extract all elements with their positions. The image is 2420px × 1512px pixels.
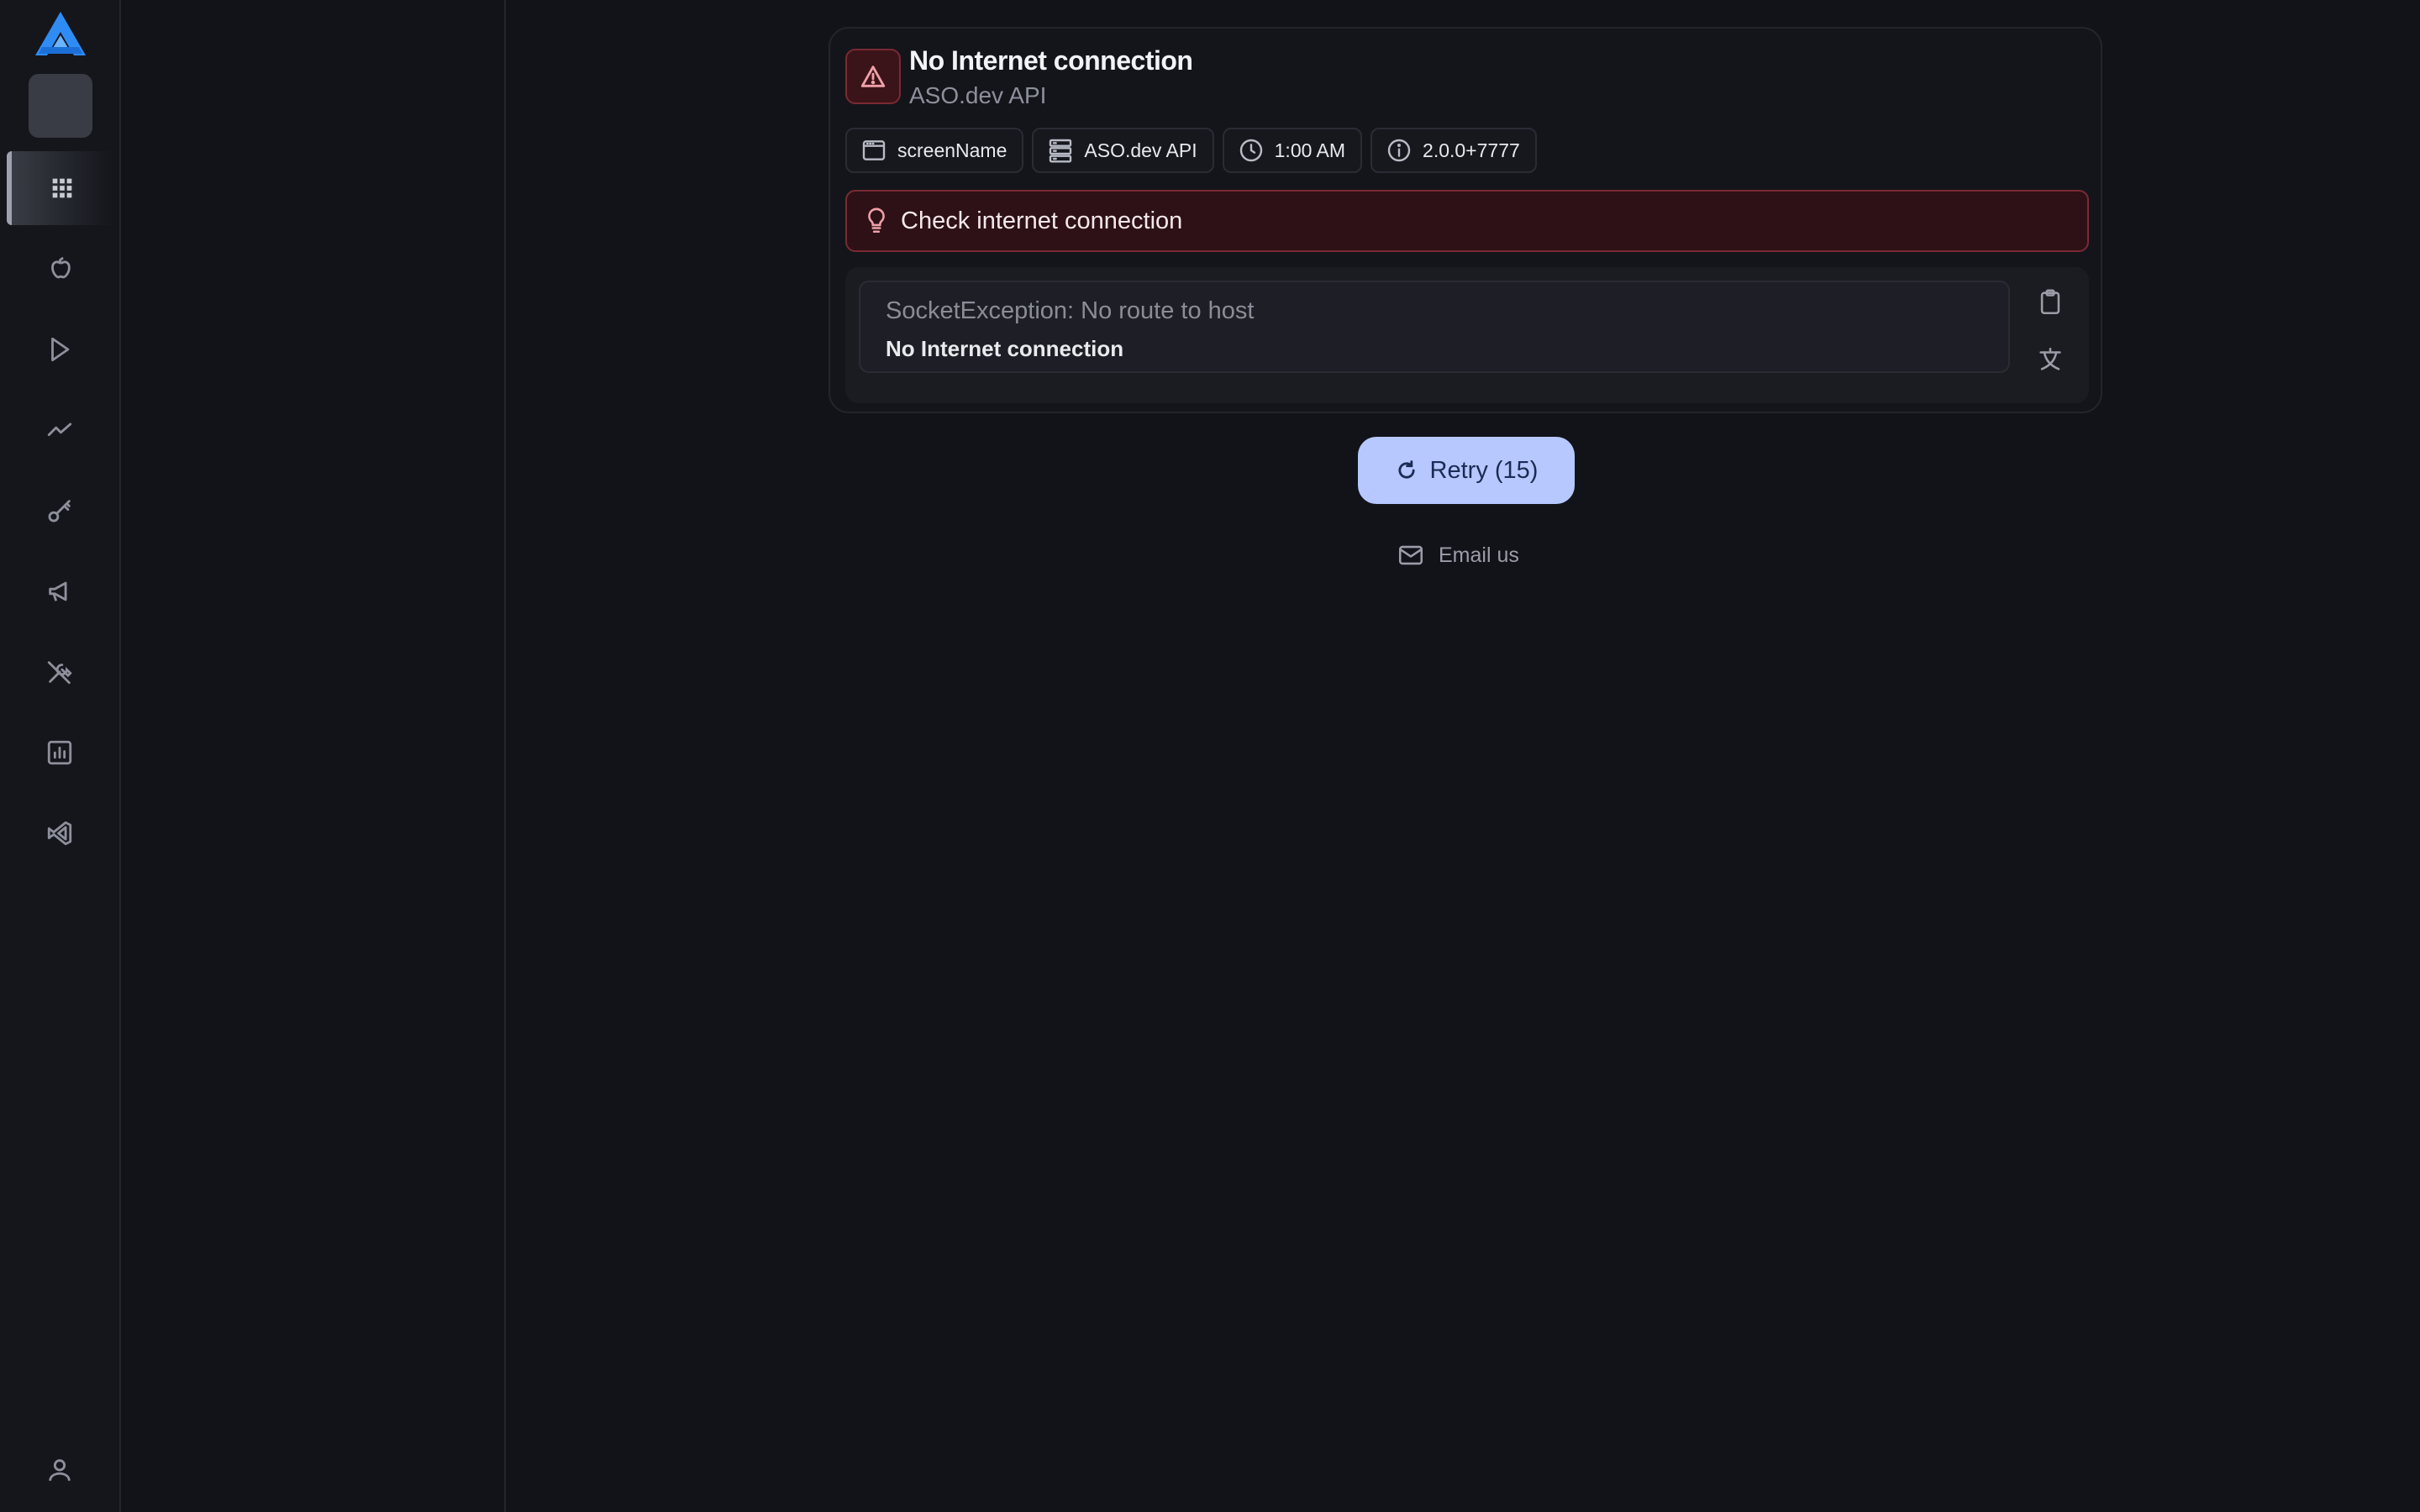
mail-icon [1398,545,1423,565]
tools-icon [47,661,72,685]
chart-icon [47,740,72,765]
chip-service[interactable]: ASO.dev API [1032,128,1214,173]
clipboard-icon [2040,289,2060,315]
chip-version[interactable]: 2.0.0+7777 [1370,128,1537,173]
exception-details: SocketException: No route to host No Int… [845,267,2089,403]
megaphone-icon [49,581,67,601]
sidebar-item-app-store[interactable] [7,232,113,306]
play-icon [51,337,70,362]
sidebar-item-dashboard[interactable] [7,151,113,225]
sidebar-item-reports[interactable] [7,716,113,790]
exception-message: No Internet connection [886,336,1124,361]
account-button[interactable] [7,1433,113,1507]
error-card: No Internet connection ASO.dev API scree… [829,27,2102,413]
exception-text-box[interactable]: SocketException: No route to host No Int… [859,281,2010,373]
chip-version-label: 2.0.0+7777 [1423,139,1520,161]
info-icon [1387,139,1411,162]
main-content: No Internet connection ASO.dev API scree… [506,0,2420,1512]
warning-badge [845,49,901,104]
trend-icon [47,423,72,437]
email-us-link[interactable]: Email us [1397,541,1519,570]
chip-screen[interactable]: screenName [845,128,1024,173]
sidebar-item-keywords[interactable] [7,474,113,548]
sidebar-item-vscode[interactable] [7,796,113,870]
sidebar-item-trends[interactable] [7,393,113,467]
error-title: No Internet connection [909,45,1193,76]
sidebar-item-google-play[interactable] [7,312,113,386]
error-subtitle: ASO.dev API [909,82,1047,108]
sidebar-item-marketing[interactable] [7,554,113,628]
chip-service-label: ASO.dev API [1084,139,1197,161]
lightbulb-icon [868,207,885,234]
retry-label: Retry (15) [1429,456,1539,484]
copy-button[interactable] [2030,282,2070,323]
sidebar-item-tools[interactable] [7,635,113,709]
server-icon [1050,139,1072,163]
email-label: Email us [1439,543,1519,567]
sidebar-rail [0,0,121,1512]
meta-chips: screenName ASO.dev API 1:00 AM 2.0.0+777… [845,128,1537,173]
app-logo [35,12,86,55]
retry-button[interactable]: Retry (15) [1358,437,1575,504]
app-selector[interactable] [29,74,92,138]
secondary-panel [121,0,506,1512]
warning-icon [860,66,886,87]
translate-button[interactable] [2030,339,2070,380]
chip-screen-label: screenName [897,139,1007,161]
key-icon [48,500,71,522]
exception-type: SocketException: No route to host [886,297,1255,324]
user-icon [49,1459,71,1481]
vscode-icon [47,821,72,846]
refresh-icon [1397,460,1415,479]
apple-icon [51,256,71,279]
clock-icon [1239,139,1262,162]
grid-icon [52,178,72,198]
chip-time-label: 1:00 AM [1274,139,1346,161]
translate-icon [2039,347,2061,370]
hint-text: Check internet connection [901,207,1183,234]
hint-banner: Check internet connection [845,190,2089,252]
chip-time[interactable]: 1:00 AM [1222,128,1363,173]
window-icon [862,140,886,160]
